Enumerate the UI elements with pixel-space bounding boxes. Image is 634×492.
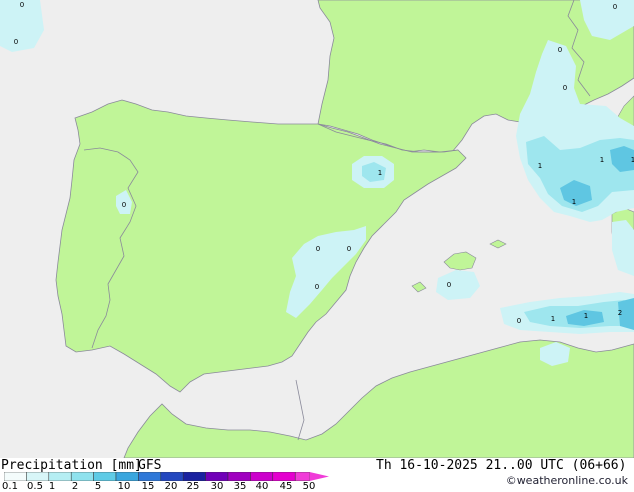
legend-tick-label: 5: [94, 481, 102, 492]
legend-swatch: [115, 472, 139, 481]
legend-swatch: [48, 472, 72, 481]
legend-tick-label: 35: [233, 481, 247, 492]
legend-swatch: [70, 472, 94, 481]
blob-label: 1: [551, 315, 555, 323]
blob-label: 0: [122, 201, 126, 209]
blob-label: 0: [14, 38, 18, 46]
blob-label: 2: [618, 309, 622, 317]
legend-swatch: [182, 472, 206, 481]
product-title: Precipitation [mm]: [1, 458, 142, 473]
legend-tick-label: 20: [164, 481, 178, 492]
valid-datetime: Th 16-10-2025 21..00 UTC (06+66): [376, 458, 627, 473]
blob-label: 0: [563, 84, 567, 92]
blob-label: 1: [600, 156, 604, 164]
blob-label: 0: [347, 245, 351, 253]
legend-tick-label: 15: [141, 481, 155, 492]
legend-tick-label: 10: [117, 481, 131, 492]
legend-tick-label: 40: [255, 481, 269, 492]
legend-tick-label: 30: [210, 481, 224, 492]
legend-swatch: [138, 472, 162, 481]
legend-swatch: [93, 472, 117, 481]
blob-label: 0: [517, 317, 521, 325]
credit-text: ©weatheronline.co.uk: [505, 474, 628, 487]
blob-label: 1: [538, 162, 542, 170]
legend-swatch: [26, 472, 50, 481]
blob-label: 1: [572, 198, 576, 206]
legend-swatch: [160, 472, 184, 481]
legend-tick-label: 1: [48, 481, 56, 492]
legend-tick-label: 25: [186, 481, 200, 492]
blob-label: 1: [584, 312, 588, 320]
legend-swatch: [4, 472, 27, 481]
legend-arrow: [309, 472, 329, 481]
legend-tick-label: 45: [279, 481, 293, 492]
blob-label: 0: [447, 281, 451, 289]
legend-tick-label: 50: [302, 481, 316, 492]
legend-tick-label: 0.1: [2, 481, 18, 492]
legend-swatch: [272, 472, 296, 481]
precipitation-legend-bar: [4, 472, 329, 481]
model-name: GFS: [138, 458, 162, 473]
legend-swatch: [294, 472, 310, 481]
precipitation-map: 0 0 0 1 0 0 0 0 0 1 1 1 1 0 0 1 1 2 0: [0, 0, 634, 458]
blob-label: 0: [613, 3, 617, 11]
map-canvas: 0 0 0 1 0 0 0 0 0 1 1 1 1 0 0 1 1 2 0: [0, 0, 634, 458]
legend-tick-label: 2: [71, 481, 79, 492]
blob-label: 1: [378, 169, 382, 177]
legend-swatch: [205, 472, 229, 481]
blob-label: 0: [315, 283, 319, 291]
blob-label: 0: [20, 1, 24, 9]
blob-label: 0: [316, 245, 320, 253]
legend-swatch: [227, 472, 251, 481]
legend-swatch: [250, 472, 274, 481]
legend-tick-label: 0.5: [27, 481, 43, 492]
blob-label: 0: [558, 46, 562, 54]
